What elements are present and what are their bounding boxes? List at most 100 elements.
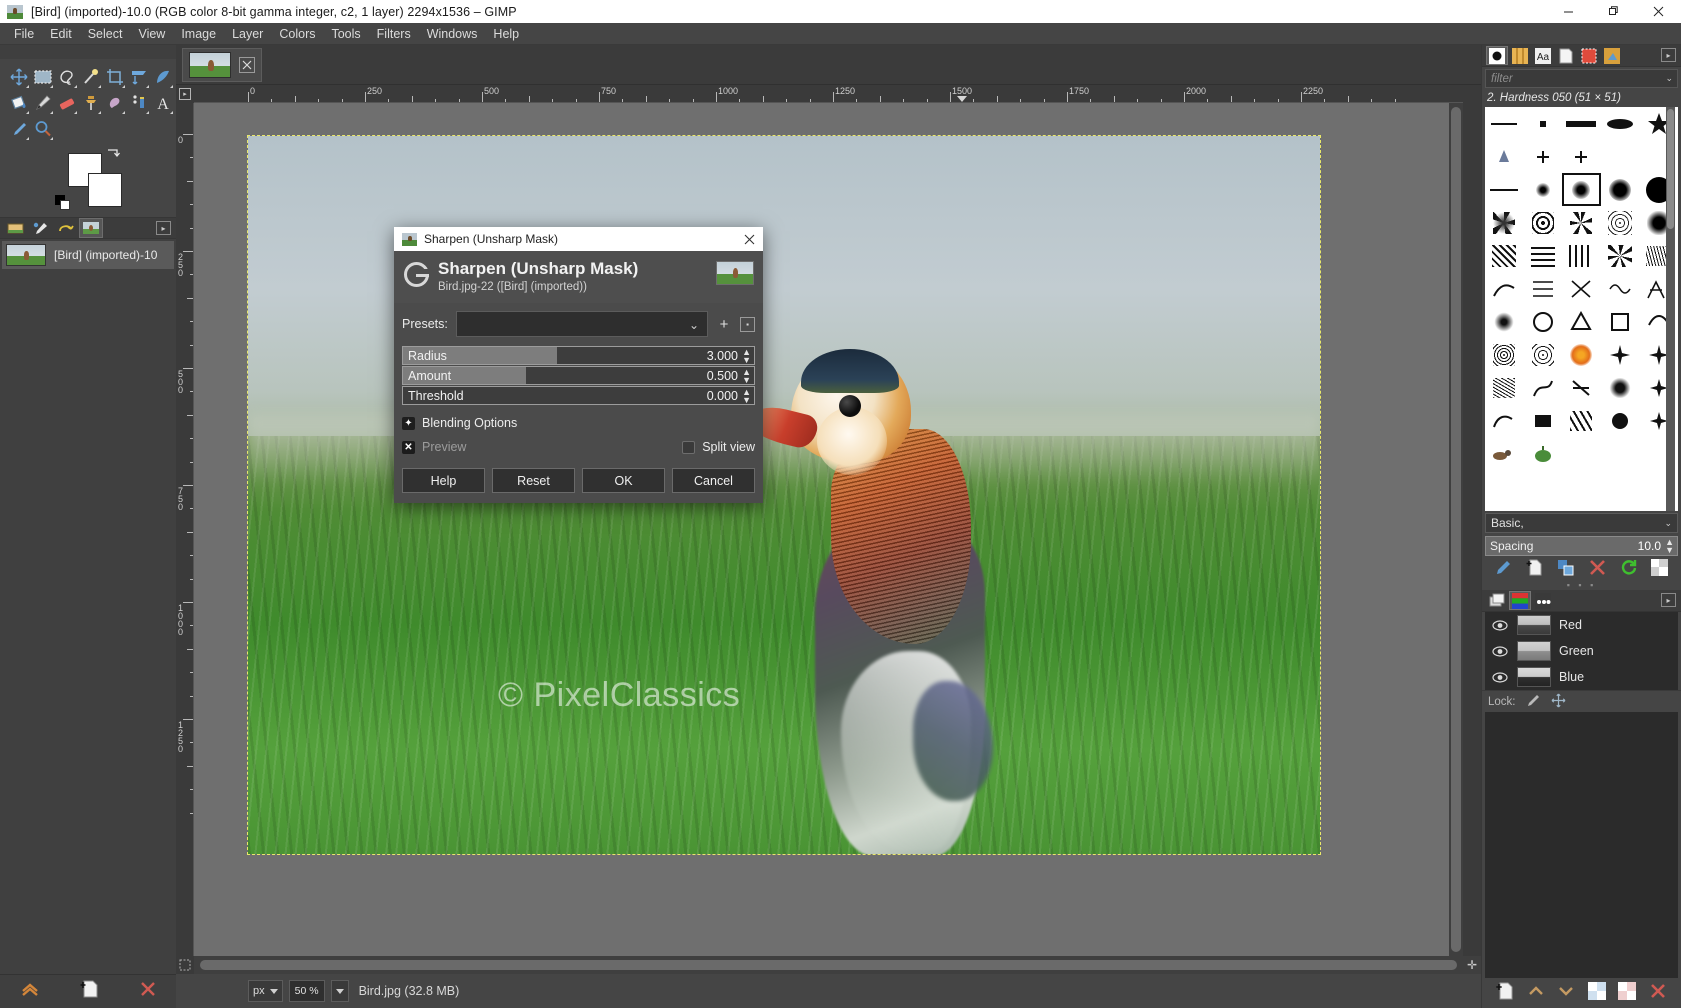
- eraser-tool[interactable]: [55, 91, 79, 115]
- brush-cell[interactable]: [1562, 404, 1601, 437]
- brush-cell[interactable]: [1485, 437, 1524, 470]
- tab-tool-presets[interactable]: [1601, 46, 1623, 65]
- eye-icon[interactable]: [1491, 620, 1509, 631]
- brush-cell[interactable]: [1524, 140, 1563, 173]
- table-row[interactable]: Green: [1485, 638, 1678, 664]
- brush-cell[interactable]: [1562, 437, 1601, 470]
- spacing-slider[interactable]: Spacing 10.0 ▲▼: [1485, 536, 1678, 556]
- maximize-button[interactable]: [1591, 0, 1636, 23]
- brush-filter-input[interactable]: filter ⌄: [1485, 69, 1678, 88]
- brush-cell[interactable]: [1524, 272, 1563, 305]
- brush-cell[interactable]: [1485, 371, 1524, 404]
- crop-tool[interactable]: [103, 65, 127, 89]
- edit-brush-button[interactable]: [1495, 559, 1512, 581]
- brush-cell[interactable]: [1485, 206, 1524, 239]
- brush-cell[interactable]: [1485, 272, 1524, 305]
- channel-to-selection-button[interactable]: [1618, 982, 1636, 1005]
- brush-cell[interactable]: [1601, 272, 1640, 305]
- cancel-button[interactable]: Cancel: [672, 468, 755, 493]
- tab-images[interactable]: [79, 218, 103, 238]
- horizontal-ruler[interactable]: 0250500750100012501500175020002250: [194, 85, 1463, 103]
- refresh-brushes-button[interactable]: [1620, 559, 1637, 581]
- text-tool[interactable]: A: [151, 91, 175, 115]
- help-button[interactable]: Help: [402, 468, 485, 493]
- brush-cell[interactable]: [1485, 305, 1524, 338]
- menu-windows[interactable]: Windows: [419, 24, 486, 44]
- new-brush-button[interactable]: [1526, 559, 1543, 581]
- chevron-down-icon[interactable]: ⌄: [1665, 73, 1673, 84]
- duplicate-channel-button[interactable]: [1588, 982, 1606, 1005]
- tab-layers[interactable]: [1486, 591, 1508, 610]
- zoom-value[interactable]: 50 %: [289, 980, 325, 1002]
- tab-paths[interactable]: [1532, 591, 1554, 610]
- brush-cell[interactable]: [1562, 140, 1601, 173]
- menu-view[interactable]: View: [130, 24, 173, 44]
- brush-cell[interactable]: [1485, 239, 1524, 272]
- channels-empty-area[interactable]: [1485, 712, 1678, 978]
- menu-image[interactable]: Image: [173, 24, 224, 44]
- add-preset-button[interactable]: +: [716, 316, 732, 333]
- list-item[interactable]: [Bird] (imported)-10: [2, 241, 174, 269]
- brush-cell[interactable]: [1524, 404, 1563, 437]
- bucket-fill-tool[interactable]: [7, 91, 31, 115]
- raise-this-image-button[interactable]: [19, 979, 41, 1004]
- brush-cell[interactable]: [1524, 437, 1563, 470]
- smudge-tool[interactable]: [103, 91, 127, 115]
- create-new-image-button[interactable]: [80, 979, 100, 1004]
- quickmask-toggle-button[interactable]: [176, 956, 194, 974]
- threshold-spinner[interactable]: ▲▼: [742, 388, 751, 404]
- zoom-selector[interactable]: [331, 980, 349, 1002]
- eye-icon[interactable]: [1491, 672, 1509, 683]
- close-tab-icon[interactable]: [239, 57, 255, 73]
- table-row[interactable]: Blue: [1485, 664, 1678, 690]
- tab-brushes[interactable]: [4, 218, 28, 238]
- tab-patterns[interactable]: [1509, 46, 1531, 65]
- threshold-slider[interactable]: Threshold 0.000 ▲▼: [402, 386, 755, 405]
- brush-cell[interactable]: [1601, 107, 1640, 140]
- brush-cell[interactable]: [1485, 404, 1524, 437]
- brush-cell[interactable]: [1562, 338, 1601, 371]
- color-picker-tool[interactable]: [7, 117, 31, 141]
- reset-button[interactable]: Reset: [492, 468, 575, 493]
- image-tab-bird[interactable]: [182, 48, 262, 82]
- brush-cell[interactable]: [1601, 173, 1640, 206]
- brush-cell[interactable]: [1485, 107, 1524, 140]
- canvas-vertical-scrollbar[interactable]: [1449, 103, 1463, 956]
- brush-cell[interactable]: [1524, 305, 1563, 338]
- brush-cell[interactable]: [1524, 239, 1563, 272]
- tab-paths[interactable]: [29, 218, 53, 238]
- paths-tool[interactable]: [127, 91, 151, 115]
- brush-cell[interactable]: [1601, 404, 1640, 437]
- paintbrush-tool[interactable]: [31, 91, 55, 115]
- tab-fonts[interactable]: Aa: [1532, 46, 1554, 65]
- brush-cell[interactable]: [1485, 140, 1524, 173]
- tab-brushes[interactable]: [1486, 46, 1508, 65]
- dialog-close-button[interactable]: [741, 231, 757, 247]
- brush-cell[interactable]: [1601, 338, 1640, 371]
- clone-tool[interactable]: [79, 91, 103, 115]
- brush-cell[interactable]: [1524, 173, 1563, 206]
- menu-select[interactable]: Select: [80, 24, 131, 44]
- channels-dock-menu-button[interactable]: ▸: [1661, 593, 1676, 607]
- menu-edit[interactable]: Edit: [42, 24, 80, 44]
- split-view-checkbox[interactable]: [682, 441, 695, 454]
- transform-tool[interactable]: [127, 65, 151, 89]
- expand-icon[interactable]: ✦: [402, 417, 415, 430]
- menu-help[interactable]: Help: [485, 24, 527, 44]
- brush-cell[interactable]: [1562, 305, 1601, 338]
- vertical-ruler[interactable]: 025050075010001250: [176, 103, 194, 956]
- brush-cell[interactable]: [1601, 140, 1640, 173]
- unit-selector[interactable]: px: [248, 980, 283, 1002]
- presets-combobox[interactable]: ⌄: [456, 311, 708, 337]
- radius-slider[interactable]: Radius 3.000 ▲▼: [402, 346, 755, 365]
- free-select-tool[interactable]: [55, 65, 79, 89]
- ok-button[interactable]: OK: [582, 468, 665, 493]
- dock-separator-gripper[interactable]: ▪ ▪ ▪: [1482, 580, 1681, 590]
- brush-cell[interactable]: [1601, 239, 1640, 272]
- images-dock-menu-button[interactable]: ▸: [156, 221, 171, 235]
- lower-channel-button[interactable]: [1557, 984, 1575, 1003]
- brush-cell[interactable]: [1601, 305, 1640, 338]
- brush-cell[interactable]: [1562, 239, 1601, 272]
- background-color-swatch[interactable]: [88, 173, 122, 207]
- tab-documents[interactable]: [1555, 46, 1577, 65]
